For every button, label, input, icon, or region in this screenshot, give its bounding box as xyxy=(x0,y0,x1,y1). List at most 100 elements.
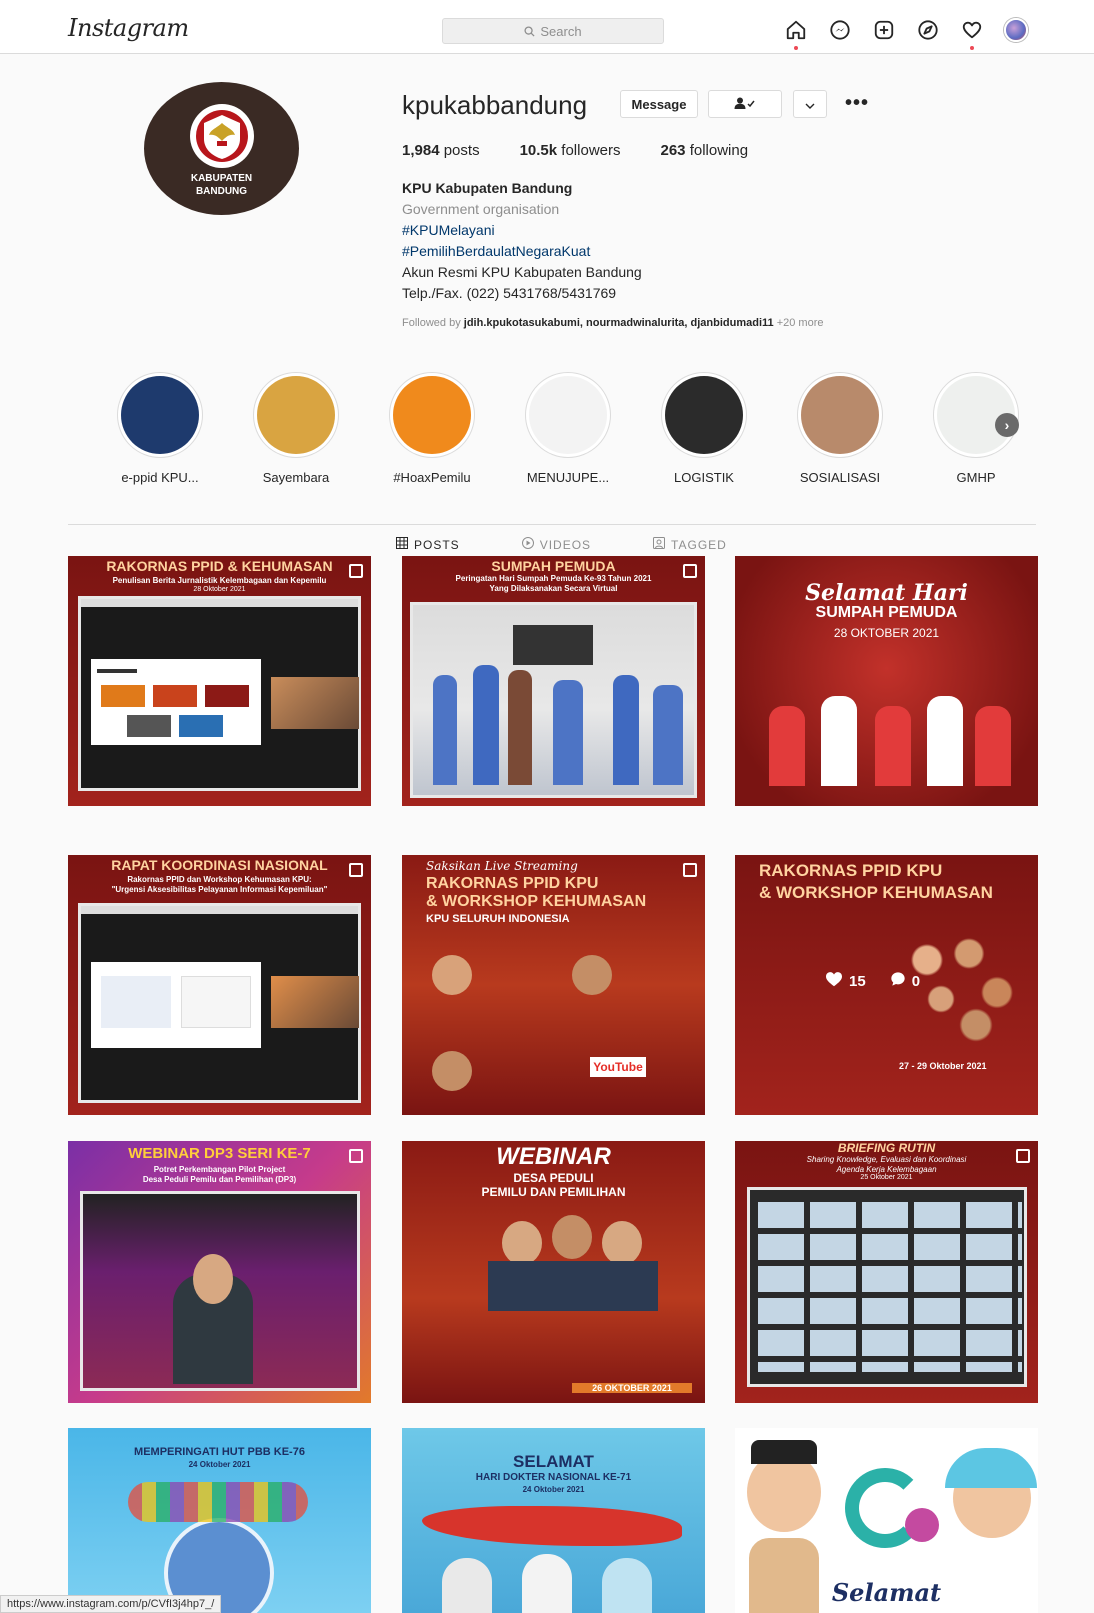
following-button[interactable] xyxy=(708,90,782,118)
profile-picture[interactable]: KABUPATEN BANDUNG xyxy=(144,82,299,215)
highlight-label: #HoaxPemilu xyxy=(393,470,471,485)
profile-full-name: KPU Kabupaten Bandung xyxy=(402,180,573,196)
followers-link[interactable]: 10.5k followers xyxy=(520,142,621,159)
post-subtitle: HARI DOKTER NASIONAL KE-71 xyxy=(475,1472,632,1483)
grid-icon xyxy=(396,537,408,552)
explore-icon[interactable] xyxy=(915,17,941,43)
heart-filled-icon xyxy=(825,971,843,991)
highlight-cover xyxy=(797,372,883,458)
highlight-cover xyxy=(117,372,203,458)
post-tile[interactable]: Saksikan Live Streaming RAKORNAS PPID KP… xyxy=(402,855,705,1115)
post-subtitle-2: Yang Dilaksanakan Secara Virtual xyxy=(489,584,618,593)
post-tile[interactable]: RAPAT KOORDINASI NASIONAL Rakornas PPID … xyxy=(68,855,371,1115)
search-input[interactable]: Search xyxy=(442,18,664,44)
home-icon[interactable] xyxy=(783,17,809,50)
top-navbar: Instagram Search xyxy=(0,0,1094,54)
highlight-cover xyxy=(253,372,339,458)
post-subtitle: Sharing Knowledge, Evaluasi dan Koordina… xyxy=(806,1155,967,1164)
post-tile[interactable]: RAKORNAS PPID KPU & WORKSHOP KEHUMASAN 1… xyxy=(735,855,1038,1115)
post-title: RAKORNAS PPID KPU xyxy=(759,861,943,880)
highlight-item[interactable]: e-ppid KPU... xyxy=(110,372,210,485)
highlight-label: GMHP xyxy=(956,470,996,485)
instagram-logo[interactable]: Instagram xyxy=(68,14,189,42)
post-date: 28 Oktober 2021 xyxy=(193,586,246,593)
post-title: SUMPAH PEMUDA xyxy=(491,558,616,574)
post-subtitle-2: Desa Peduli Pemilu dan Pemilihan (DP3) xyxy=(142,1175,297,1184)
post-tile[interactable]: Selamat Hari SUMPAH PEMUDA 28 OKTOBER 20… xyxy=(735,556,1038,806)
highlight-cover xyxy=(389,372,475,458)
highlight-label: Sayembara xyxy=(262,470,330,485)
bio-line-1: Akun Resmi KPU Kabupaten Bandung xyxy=(402,264,642,280)
post-subtitle-2: & WORKSHOP KEHUMASAN xyxy=(426,893,647,910)
status-bar-url: https://www.instagram.com/p/CVfI3j4hp7_/ xyxy=(0,1595,222,1613)
profile-pic-text-1: KABUPATEN xyxy=(190,172,253,184)
chevron-down-icon xyxy=(805,97,815,112)
comment-count: 0 xyxy=(911,972,921,990)
video-icon xyxy=(521,537,534,552)
highlight-item[interactable]: LOGISTIK xyxy=(654,372,754,485)
post-title: WEBINAR DP3 SERI KE-7 xyxy=(128,1145,311,1162)
post-subtitle: Rakornas PPID dan Workshop Kehumasan KPU… xyxy=(127,875,312,884)
post-title: Saksikan Live Streaming xyxy=(426,859,578,873)
post-tile[interactable]: RAKORNAS PPID & KEHUMASAN Penulisan Beri… xyxy=(68,556,371,806)
post-tile[interactable]: Selamat xyxy=(735,1428,1038,1613)
post-title: RAPAT KOORDINASI NASIONAL xyxy=(111,857,328,873)
tag-icon xyxy=(653,537,666,552)
heart-icon[interactable] xyxy=(959,17,985,50)
post-title: Selamat xyxy=(831,1578,942,1607)
post-title: Selamat Hari xyxy=(805,580,968,606)
post-title: BRIEFING RUTIN xyxy=(837,1141,936,1155)
profile-pic-text-2: BANDUNG xyxy=(195,185,248,197)
story-highlights: e-ppid KPU... Sayembara #HoaxPemilu MENUJUP… xyxy=(110,372,1040,485)
highlight-label: LOGISTIK xyxy=(674,470,734,485)
highlight-item[interactable]: MENUJUPE... xyxy=(518,372,618,485)
post-subtitle: RAKORNAS PPID KPU xyxy=(426,875,599,892)
more-options-icon[interactable]: ••• xyxy=(845,92,869,115)
post-subtitle-2: "Urgensi Aksesibilitas Pelayanan Informa… xyxy=(111,885,328,894)
highlight-label: SOSIALISASI xyxy=(799,470,881,485)
post-tile[interactable]: SELAMAT HARI DOKTER NASIONAL KE-71 24 Ok… xyxy=(402,1428,705,1613)
search-icon xyxy=(524,25,535,37)
post-tile[interactable]: SUMPAH PEMUDA Peringatan Hari Sumpah Pem… xyxy=(402,556,705,806)
hashtag-link-1[interactable]: #KPUMelayani xyxy=(402,220,642,241)
suggested-dropdown-button[interactable] xyxy=(793,90,827,118)
post-date: 28 OKTOBER 2021 xyxy=(833,626,940,640)
post-date: KPU SELURUH INDONESIA xyxy=(426,913,570,925)
messenger-icon[interactable] xyxy=(827,17,853,43)
search-placeholder: Search xyxy=(540,23,582,39)
highlight-cover xyxy=(525,372,611,458)
following-link[interactable]: 263 following xyxy=(660,142,748,159)
tabs-divider xyxy=(68,524,1036,525)
hashtag-link-2[interactable]: #PemilihBerdaulatNegaraKuat xyxy=(402,241,642,262)
post-subtitle: & WORKSHOP KEHUMASAN xyxy=(759,883,993,902)
post-tile[interactable]: WEBINAR DESA PEDULI PEMILU DAN PEMILIHAN… xyxy=(402,1141,705,1403)
comment-icon xyxy=(890,971,906,991)
post-tile[interactable]: BRIEFING RUTIN Sharing Knowledge, Evalua… xyxy=(735,1141,1038,1403)
message-button[interactable]: Message xyxy=(620,90,698,118)
post-date: 24 Oktober 2021 xyxy=(188,1460,251,1469)
profile-category: Government organisation xyxy=(402,201,560,217)
post-tile[interactable]: MEMPERINGATI HUT PBB KE-76 24 Oktober 20… xyxy=(68,1428,371,1613)
bio-line-2: Telp./Fax. (022) 5431768/5431769 xyxy=(402,285,617,301)
highlight-item[interactable]: #HoaxPemilu xyxy=(382,372,482,485)
tab-tagged[interactable]: TAGGED xyxy=(653,537,727,552)
post-title: MEMPERINGATI HUT PBB KE-76 xyxy=(134,1446,305,1458)
post-subtitle: Peringatan Hari Sumpah Pemuda Ke-93 Tahu… xyxy=(455,574,652,583)
new-post-icon[interactable] xyxy=(871,17,897,43)
profile-stats: 1,984 posts 10.5k followers 263 followin… xyxy=(402,142,748,159)
post-date: 27 - 29 Oktober 2021 xyxy=(899,1061,987,1071)
profile-avatar-icon[interactable] xyxy=(1003,17,1029,43)
tab-posts[interactable]: POSTS xyxy=(390,537,460,552)
tab-videos[interactable]: VIDEOS xyxy=(521,537,591,552)
post-subtitle-2: PEMILU DAN PEMILIHAN xyxy=(481,1185,626,1199)
post-tile[interactable]: WEBINAR DP3 SERI KE-7 Potret Perkembanga… xyxy=(68,1141,371,1403)
highlight-item[interactable]: SOSIALISASI xyxy=(790,372,890,485)
profile-tabs: POSTS VIDEOS TAGGED xyxy=(390,537,727,552)
followed-by[interactable]: Followed by jdih.kpukotasukabumi, nourma… xyxy=(402,317,824,329)
highlight-item[interactable]: Sayembara xyxy=(246,372,346,485)
chevron-right-icon[interactable]: › xyxy=(995,413,1019,437)
post-subtitle: DESA PEDULI xyxy=(513,1171,594,1185)
post-title: WEBINAR xyxy=(496,1143,611,1170)
like-count: 15 xyxy=(849,972,866,990)
post-date: 25 Oktober 2021 xyxy=(860,1174,913,1181)
